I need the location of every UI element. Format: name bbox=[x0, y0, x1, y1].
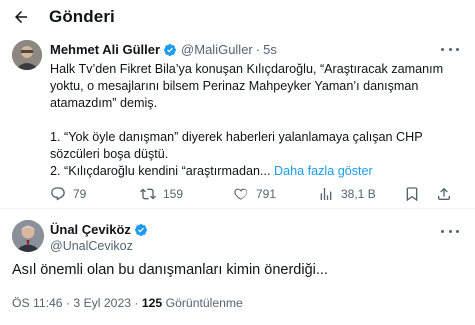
repost-icon bbox=[140, 188, 156, 200]
avatar[interactable] bbox=[12, 40, 42, 70]
more-button[interactable] bbox=[441, 42, 459, 56]
tweet-text-line: Halk Tv’den Fikret Bila’ya konuşan Kılıç… bbox=[50, 62, 444, 76]
main-tweet: Ünal Çeviköz @UnalCevikoz Asıl önemli ol… bbox=[0, 210, 475, 325]
separator-dot: · bbox=[255, 42, 261, 57]
reply-button[interactable]: 79 bbox=[50, 184, 86, 204]
tweet-text-line: sözcüleri boşa düştü. bbox=[50, 147, 169, 161]
post-timestamp[interactable]: ÖS 11:46 · 3 Eyl 2023 · bbox=[12, 296, 138, 310]
verified-badge-icon bbox=[164, 43, 177, 56]
tweet-text-fragment: 2. “Kılıçdaroğlu kendini “araştırmadan..… bbox=[50, 164, 271, 178]
views-button[interactable]: 38,1 B bbox=[318, 184, 376, 204]
repost-count: 159 bbox=[163, 187, 184, 201]
like-count: 791 bbox=[256, 187, 277, 201]
bookmark-button[interactable] bbox=[404, 184, 420, 204]
like-icon bbox=[234, 188, 247, 200]
repost-button[interactable]: 159 bbox=[140, 184, 183, 204]
avatar[interactable] bbox=[12, 220, 44, 252]
show-more-link[interactable]: Daha fazla göster bbox=[274, 164, 373, 178]
page-title: Gönderi bbox=[49, 7, 115, 26]
quoted-tweet[interactable]: Mehmet Ali Güller @MaliGuller · 5s Halk … bbox=[0, 36, 475, 206]
quoted-tweet-header: Mehmet Ali Güller @MaliGuller · 5s bbox=[50, 42, 277, 57]
more-icon bbox=[441, 229, 444, 233]
views-label: Görüntülenme bbox=[165, 296, 243, 310]
reply-count: 79 bbox=[73, 187, 87, 201]
reply-icon bbox=[51, 187, 65, 201]
tweet-text-line bbox=[50, 112, 460, 129]
author-name[interactable]: Mehmet Ali Güller bbox=[50, 42, 160, 57]
more-icon bbox=[441, 47, 444, 51]
tweet-meta: ÖS 11:46 · 3 Eyl 2023 · 125 Görüntülenme bbox=[12, 296, 243, 310]
top-bar: Gönderi bbox=[0, 0, 475, 34]
views-icon bbox=[320, 188, 332, 200]
share-button[interactable] bbox=[436, 184, 452, 204]
author-handle[interactable]: @UnalCevikoz bbox=[50, 239, 133, 253]
divider bbox=[0, 208, 475, 209]
author-name-row: Ünal Çeviköz bbox=[50, 222, 152, 237]
author-handle[interactable]: @MaliGuller bbox=[181, 42, 253, 57]
author-name[interactable]: Ünal Çeviköz bbox=[50, 222, 131, 237]
tweet-text: Asıl önemli olan bu danışmanları kimin ö… bbox=[12, 262, 328, 278]
bookmark-icon bbox=[406, 187, 418, 202]
back-arrow-icon bbox=[15, 11, 27, 23]
action-bar: 79 159 791 38,1 B bbox=[50, 184, 460, 204]
tweet-text-line-last: 2. “Kılıçdaroğlu kendini “araştırmadan..… bbox=[50, 163, 460, 180]
post-time[interactable]: 5s bbox=[263, 42, 277, 57]
more-button[interactable] bbox=[441, 224, 459, 238]
verified-badge-icon bbox=[134, 223, 147, 236]
tweet-text-line: yoktu, o mesajlarını bilsem Perinaz Mahp… bbox=[50, 79, 419, 93]
back-button[interactable] bbox=[8, 4, 34, 30]
views-count: 125 bbox=[141, 296, 163, 310]
share-icon bbox=[438, 187, 450, 200]
tweet-text-line: atamazdım” demiş. bbox=[50, 96, 158, 110]
tweet-text: Halk Tv’den Fikret Bila’ya konuşan Kılıç… bbox=[50, 61, 460, 180]
views-count: 38,1 B bbox=[341, 187, 376, 201]
like-button[interactable]: 791 bbox=[233, 184, 276, 204]
tweet-text-line: 1. “Yok öyle danışman” diyerek haberleri… bbox=[50, 130, 423, 144]
